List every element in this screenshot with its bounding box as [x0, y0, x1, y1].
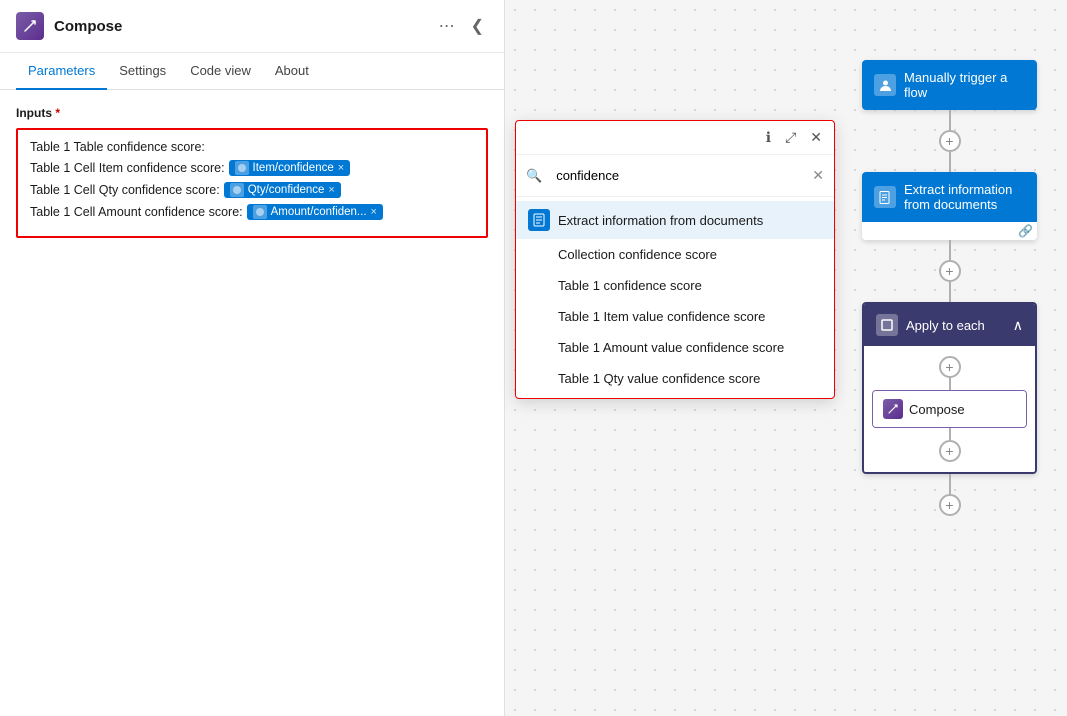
dropdown-sub-item-3[interactable]: Table 1 Item value confidence score — [516, 301, 834, 332]
apply-to-each-node[interactable]: Apply to each ∧ + Compose — [862, 302, 1037, 474]
sub-label-1: Collection confidence score — [558, 247, 717, 262]
panel-header-actions: ⋯ ❮ — [435, 14, 488, 38]
dropdown-header: ℹ ⤢ ✕ — [516, 121, 834, 155]
chip-icon — [235, 161, 249, 175]
search-icon: 🔍 — [526, 168, 542, 184]
connector-bottom: + — [939, 474, 961, 516]
search-clear-button[interactable]: ✕ — [812, 167, 824, 184]
line-2b — [949, 282, 951, 302]
extract-node-icon — [874, 186, 896, 208]
chip-label: Item/confidence — [253, 162, 334, 174]
row3-text: Table 1 Cell Qty confidence score: — [30, 183, 220, 197]
tab-code-view[interactable]: Code view — [178, 53, 263, 90]
extract-item-label: Extract information from documents — [558, 213, 763, 228]
input-row-4: Table 1 Cell Amount confidence score: Am… — [30, 204, 474, 220]
chip-amount-confidence[interactable]: Amount/confiden... × — [247, 204, 383, 220]
line-3 — [949, 378, 951, 390]
sub-label-2: Table 1 confidence score — [558, 278, 702, 293]
chip-close[interactable]: × — [328, 184, 334, 196]
add-button-1[interactable]: + — [939, 130, 961, 152]
input-row-1: Table 1 Table confidence score: — [30, 140, 474, 154]
connector-2: + — [939, 240, 961, 302]
info-button[interactable]: ℹ — [762, 127, 775, 148]
compose-inner-icon — [883, 399, 903, 419]
panel-content: Inputs * Table 1 Table confidence score:… — [0, 90, 504, 716]
line-bottom — [949, 474, 951, 494]
input-row-2: Table 1 Cell Item confidence score: Item… — [30, 160, 474, 176]
dropdown-panel: ℹ ⤢ ✕ 🔍 ✕ Extract information from docum… — [515, 120, 835, 399]
apply-node-body: + Compose + — [864, 346, 1035, 472]
compose-inner-node[interactable]: Compose — [872, 390, 1027, 428]
chip-label: Qty/confidence — [248, 184, 325, 196]
input-row-3: Table 1 Cell Qty confidence score: Qty/c… — [30, 182, 474, 198]
dropdown-sub-item-2[interactable]: Table 1 confidence score — [516, 270, 834, 301]
tab-settings[interactable]: Settings — [107, 53, 178, 90]
line-2 — [949, 240, 951, 260]
chip-icon — [253, 205, 267, 219]
extract-link-row: 🔗 — [862, 222, 1037, 240]
chip-close[interactable]: × — [371, 206, 377, 218]
apply-node-label: Apply to each — [906, 318, 1005, 333]
tab-parameters[interactable]: Parameters — [16, 53, 107, 90]
extract-icon — [528, 209, 550, 231]
sub-label-4: Table 1 Amount value confidence score — [558, 340, 784, 355]
dropdown-sub-item-1[interactable]: Collection confidence score — [516, 239, 834, 270]
extract-node[interactable]: Extract information from documents 🔗 — [862, 172, 1037, 240]
row2-text: Table 1 Cell Item confidence score: — [30, 161, 225, 175]
dropdown-extract-item[interactable]: Extract information from documents — [516, 201, 834, 239]
row1-text: Table 1 Table confidence score: — [30, 140, 205, 154]
chip-close[interactable]: × — [338, 162, 344, 174]
trigger-node-label: Manually trigger a flow — [904, 70, 1025, 100]
add-button-2[interactable]: + — [939, 260, 961, 282]
compose-inner-label: Compose — [909, 402, 965, 417]
trigger-node-header: Manually trigger a flow — [862, 60, 1037, 110]
add-button-3[interactable]: + — [939, 356, 961, 378]
add-button-bottom[interactable]: + — [939, 494, 961, 516]
trigger-node[interactable]: Manually trigger a flow — [862, 60, 1037, 110]
more-options-button[interactable]: ⋯ — [435, 14, 459, 38]
collapse-panel-button[interactable]: ❮ — [467, 14, 488, 38]
search-input[interactable] — [548, 163, 806, 188]
close-dropdown-button[interactable]: ✕ — [806, 127, 826, 148]
panel-header: Compose ⋯ ❮ — [0, 0, 504, 53]
connector-1: + — [939, 110, 961, 172]
sub-label-5: Table 1 Qty value confidence score — [558, 371, 760, 386]
dropdown-sub-item-5[interactable]: Table 1 Qty value confidence score — [516, 363, 834, 394]
chip-icon — [230, 183, 244, 197]
left-panel: Compose ⋯ ❮ Parameters Settings Code vie… — [0, 0, 505, 716]
chip-label: Amount/confiden... — [271, 206, 367, 218]
extract-node-header: Extract information from documents — [862, 172, 1037, 222]
chip-item-confidence[interactable]: Item/confidence × — [229, 160, 351, 176]
line-1b — [949, 152, 951, 172]
flow-nodes: Manually trigger a flow + Extract — [862, 60, 1037, 516]
compose-inner-header: Compose — [873, 391, 1026, 427]
dropdown-sub-item-4[interactable]: Table 1 Amount value confidence score — [516, 332, 834, 363]
apply-node-header: Apply to each ∧ — [864, 304, 1035, 346]
trigger-node-icon — [874, 74, 896, 96]
tabs: Parameters Settings Code view About — [0, 53, 504, 90]
extract-node-label: Extract information from documents — [904, 182, 1025, 212]
search-box: 🔍 ✕ — [516, 155, 834, 197]
dropdown-section: Extract information from documents Colle… — [516, 197, 834, 398]
inputs-label: Inputs * — [16, 106, 488, 120]
chip-qty-confidence[interactable]: Qty/confidence × — [224, 182, 341, 198]
sub-label-3: Table 1 Item value confidence score — [558, 309, 765, 324]
row4-text: Table 1 Cell Amount confidence score: — [30, 205, 243, 219]
tab-about[interactable]: About — [263, 53, 321, 90]
collapse-apply-button[interactable]: ∧ — [1013, 317, 1023, 334]
panel-title: Compose — [54, 18, 425, 35]
inputs-box[interactable]: Table 1 Table confidence score: Table 1 … — [16, 128, 488, 238]
line-1 — [949, 110, 951, 130]
required-marker: * — [55, 106, 60, 120]
apply-node-icon — [876, 314, 898, 336]
compose-header-icon — [16, 12, 44, 40]
expand-button[interactable]: ⤢ — [781, 127, 800, 148]
line-4 — [949, 428, 951, 440]
link-icon: 🔗 — [1018, 224, 1033, 238]
add-button-4[interactable]: + — [939, 440, 961, 462]
